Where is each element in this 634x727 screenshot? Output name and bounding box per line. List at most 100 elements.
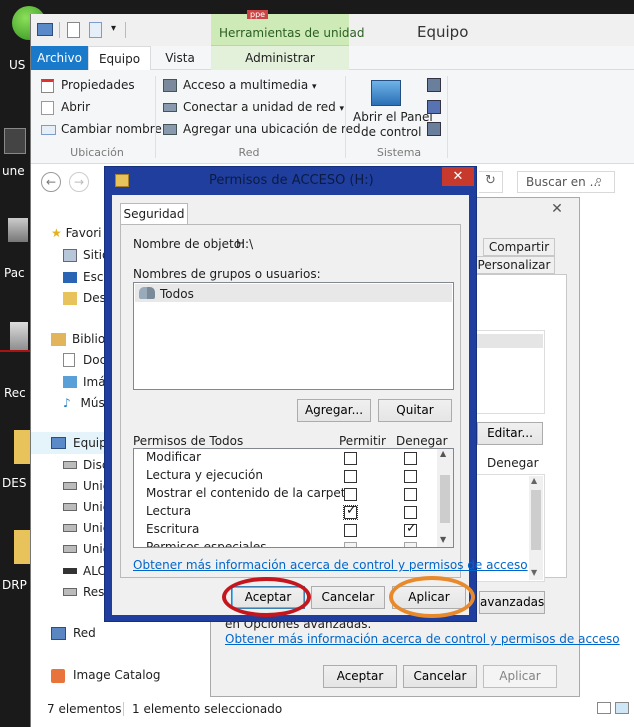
nav-imagenes[interactable]: Imá (63, 375, 106, 389)
ribbon-separator-2 (345, 76, 346, 158)
props-aceptar-button[interactable]: Aceptar (323, 665, 397, 688)
desktop-red-line (0, 350, 30, 352)
tab-seguridad[interactable]: Seguridad (120, 203, 188, 225)
manage-icon[interactable] (427, 122, 441, 136)
props-tab-personalizar[interactable]: Personalizar (473, 256, 555, 274)
agregar-ubicacion-button[interactable]: Agregar una ubicación de red (163, 122, 361, 136)
nav-favoritos[interactable]: ★ Favori (51, 226, 101, 240)
group-item-todos[interactable]: Todos (160, 287, 194, 301)
desktop-dark-icon[interactable] (4, 128, 26, 154)
nav-documentos[interactable]: Doc (63, 353, 106, 367)
permission-deny-checkbox (404, 542, 417, 547)
perm-scroll-down-icon[interactable]: ▼ (440, 535, 446, 544)
props-scroll-down-icon[interactable]: ▼ (531, 568, 537, 577)
forward-button[interactable]: → (69, 172, 89, 192)
nav-image-catalog-label: Image Catalog (73, 668, 161, 682)
nav-red-label: Red (73, 626, 96, 640)
props-scroll-up-icon[interactable]: ▲ (531, 476, 537, 485)
desktop-label-des[interactable]: DES (2, 476, 26, 490)
nav-unidad-3[interactable]: Unic (63, 521, 109, 535)
back-button[interactable]: ← (41, 172, 61, 192)
props-info-link[interactable]: Obtener más información acerca de contro… (225, 632, 620, 646)
nav-red[interactable]: Red (51, 626, 96, 640)
permission-row: Mostrar el contenido de la carpeta (146, 486, 353, 500)
permission-allow-checkbox[interactable] (344, 488, 357, 501)
cambiar-nombre-button[interactable]: Cambiar nombre (41, 122, 162, 136)
perm-scroll-thumb[interactable] (440, 475, 450, 523)
nav-unidad-4[interactable]: Unic (63, 542, 109, 556)
uninstall-icon[interactable] (427, 100, 441, 114)
system-properties-icon[interactable] (427, 78, 441, 92)
desktop-label-pac[interactable]: Pac (4, 266, 25, 280)
nav-unidad-2[interactable]: Unic (63, 500, 109, 514)
nav-bibliotecas[interactable]: Biblio (51, 332, 105, 346)
tab-equipo[interactable]: Equipo (88, 46, 151, 71)
abrir-panel-button[interactable]: Abrir el Panel de control (351, 76, 433, 142)
nav-escritorio[interactable]: Escr (63, 270, 108, 284)
props-cancelar-button[interactable]: Cancelar (403, 665, 477, 688)
permission-allow-checkbox[interactable] (344, 524, 357, 537)
propiedades-button[interactable]: Propiedades (41, 78, 135, 93)
props-avanzadas-button[interactable]: avanzadas (479, 591, 545, 614)
tab-archivo[interactable]: Archivo (31, 46, 88, 70)
nav-sitios[interactable]: Sitio (63, 248, 109, 262)
properties-qat-icon[interactable] (67, 22, 80, 38)
permissions-info-link[interactable]: Obtener más información acerca de contro… (133, 558, 528, 572)
tab-vista[interactable]: Vista (155, 46, 205, 70)
search-input[interactable]: Buscar en ... (526, 175, 601, 189)
desktop-folder-icon[interactable] (14, 430, 30, 464)
network-drive-nav-icon-4 (63, 545, 77, 553)
nav-musica[interactable]: ♪ Mús (63, 396, 105, 410)
nav-alo[interactable]: ALO (63, 564, 107, 578)
abrir-button[interactable]: Abrir (41, 100, 90, 115)
denegar-header: Denegar (396, 434, 448, 448)
network-drive-nav-icon-2 (63, 503, 77, 511)
abrir-panel-label-1: Abrir el Panel (353, 110, 433, 124)
cancelar-button[interactable]: Cancelar (311, 586, 385, 609)
conectar-unidad-button[interactable]: Conectar a unidad de red ▾ (163, 100, 344, 114)
agregar-button[interactable]: Agregar... (297, 399, 371, 422)
desktop-label-drp[interactable]: DRP (2, 578, 27, 592)
permission-allow-checkbox[interactable]: ✓ (343, 503, 358, 520)
quitar-button[interactable]: Quitar (378, 399, 452, 422)
nav-unidad-1[interactable]: Unic (63, 479, 109, 493)
dialog-close-button[interactable]: ✕ (442, 167, 474, 186)
tab-administrar[interactable]: Administrar (211, 46, 349, 70)
tab-vista-label: Vista (165, 51, 195, 65)
tab-equipo-label: Equipo (98, 52, 141, 66)
propiedades-label: Propiedades (61, 78, 135, 92)
desktop-recycle-icon[interactable] (10, 322, 28, 352)
permission-allow-checkbox (344, 542, 357, 547)
props-scroll-thumb[interactable] (531, 490, 541, 550)
nav-image-catalog[interactable]: Image Catalog (51, 668, 161, 683)
permission-deny-checkbox[interactable] (404, 488, 417, 501)
refresh-button[interactable]: ↻ (485, 173, 496, 188)
permission-deny-checkbox[interactable] (404, 506, 417, 519)
acceso-multimedia-button[interactable]: Acceso a multimedia ▾ (163, 78, 317, 92)
permission-deny-checkbox[interactable] (404, 470, 417, 483)
desktop-label-une[interactable]: une (2, 164, 25, 178)
permission-deny-checkbox[interactable] (404, 452, 417, 465)
tiles-view-icon[interactable] (615, 702, 629, 714)
permission-deny-checkbox[interactable]: ✓ (404, 521, 417, 537)
perm-scroll-up-icon[interactable]: ▲ (440, 449, 446, 458)
star-icon: ★ (51, 226, 62, 240)
rename-qat-icon[interactable] (89, 22, 102, 38)
permission-allow-checkbox[interactable] (344, 470, 357, 483)
permission-allow-checkbox[interactable] (344, 452, 357, 465)
details-view-icon[interactable] (597, 702, 611, 714)
image-catalog-icon (51, 669, 65, 683)
desktop-label-us[interactable]: US (9, 58, 25, 72)
control-panel-icon (371, 80, 401, 106)
desktop-package-icon[interactable] (8, 218, 28, 242)
props-editar-button[interactable]: Editar... (477, 422, 543, 445)
computer-nav-icon (51, 437, 66, 449)
search-icon[interactable]: ⌕ (595, 173, 602, 188)
props-tab-compartir[interactable]: Compartir (483, 238, 555, 256)
qat-dropdown-icon[interactable]: ▾ (111, 23, 116, 34)
tab-archivo-label: Archivo (37, 51, 82, 65)
nav-disco[interactable]: Disc (63, 458, 108, 472)
props-close-button[interactable]: ✕ (537, 200, 577, 218)
desktop-folder-icon-2[interactable] (14, 530, 30, 564)
desktop-label-rec[interactable]: Rec (4, 386, 26, 400)
